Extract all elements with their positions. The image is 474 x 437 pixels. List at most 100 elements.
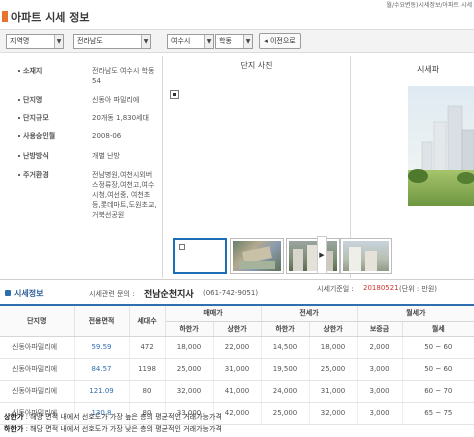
info-value: 전남병원,여천시외버스정류장,여천고,여수시청,여선중, 여천초등,롯데마트,도… xyxy=(92,171,157,219)
cell-complex: 신동아파밀리에 xyxy=(0,358,75,381)
cell-jeonse-low: 19,500 xyxy=(261,358,310,381)
dong-select[interactable]: 학동 ▼ xyxy=(215,34,253,49)
title-accent-bar xyxy=(2,11,8,22)
cell-area-link[interactable]: 84.57 xyxy=(74,358,130,381)
note-upper-price: 상한가 : 해당 면적 내에서 선호도가 가장 높은 층의 평균적인 거래가능가… xyxy=(4,411,222,423)
info-value: 20개동 1,830세대 xyxy=(92,114,149,122)
info-label: 주거환경 xyxy=(18,170,49,180)
province-select[interactable]: 전라남도 ▼ xyxy=(73,34,151,49)
cell-complex: 신동아파밀리에 xyxy=(0,380,75,403)
cell-deposit: 3,000 xyxy=(357,380,403,403)
note-key: 하한가 xyxy=(4,425,24,433)
photo-thumbnail[interactable] xyxy=(340,238,392,274)
cell-jeonse-high: 18,000 xyxy=(309,336,358,359)
header-jeonse-group: 전세가 xyxy=(261,306,358,322)
complex-rendering-image xyxy=(408,86,474,216)
header-complex: 단지명 xyxy=(0,306,75,337)
cell-jeonse-low: 24,000 xyxy=(261,380,310,403)
cell-rent: 65 ~ 75 xyxy=(402,402,474,425)
cell-households: 472 xyxy=(129,336,166,359)
info-value: 2008-06 xyxy=(92,132,122,140)
city-select-value: 여수시 xyxy=(171,37,191,45)
header-sale-low: 하한가 xyxy=(165,321,214,337)
header-households: 세대수 xyxy=(129,306,166,337)
cell-households: 80 xyxy=(129,380,166,403)
cell-area-link[interactable]: 121.09 xyxy=(74,380,130,403)
city-select[interactable]: 여수시 ▼ xyxy=(167,34,214,49)
cell-rent: 60 ~ 70 xyxy=(402,380,474,403)
info-value: 신동아 파밀리에 xyxy=(92,96,140,104)
header-sale-high: 상한가 xyxy=(213,321,262,337)
back-arrow-icon: ◂ xyxy=(264,37,268,45)
table-row: 신동아파밀리에 59.59 472 18,000 22,000 14,500 1… xyxy=(0,336,474,359)
cell-rent: 50 ~ 60 xyxy=(402,358,474,381)
basis-date: 20180521 xyxy=(363,284,399,292)
cell-jeonse-high: 25,000 xyxy=(309,358,358,381)
header-jeonse-high: 상한가 xyxy=(309,321,358,337)
note-key: 상한가 xyxy=(4,413,24,421)
price-notes: 상한가 : 해당 면적 내에서 선호도가 가장 높은 층의 평균적인 거래가능가… xyxy=(4,411,222,435)
cell-deposit: 2,000 xyxy=(357,336,403,359)
chevron-down-icon: ▼ xyxy=(141,35,150,48)
cell-deposit: 3,000 xyxy=(357,402,403,425)
cell-sale-low: 32,000 xyxy=(165,380,214,403)
photo-thumbnail[interactable] xyxy=(230,238,284,274)
complex-rendering-svg xyxy=(408,86,474,216)
cell-jeonse-high: 32,000 xyxy=(309,402,358,425)
province-select-value: 전라남도 xyxy=(77,37,103,45)
photo-thumbnail[interactable] xyxy=(173,238,227,274)
dong-select-value: 학동 xyxy=(219,37,232,45)
region-select-value: 지역명 xyxy=(10,37,30,45)
note-lower-price: 하한가 : 해당 면적 내에서 선호도가 가장 낮은 층의 평균적인 거래가능가… xyxy=(4,423,222,435)
panel-divider xyxy=(162,56,163,278)
section-bullet-icon xyxy=(5,290,11,296)
sise-photo-title: 시세파 xyxy=(417,65,440,74)
info-label: 단지명 xyxy=(18,95,42,105)
cell-sale-high: 22,000 xyxy=(213,336,262,359)
page-title: 아파트 시세 정보 xyxy=(11,11,90,24)
cell-jeonse-low: 14,500 xyxy=(261,336,310,359)
info-value: 개별 난방 xyxy=(92,152,120,160)
prev-button[interactable]: ◂ 이전으로 xyxy=(259,33,301,49)
cell-deposit: 3,000 xyxy=(357,358,403,381)
header-rent: 월세 xyxy=(402,321,474,337)
title-bar: 아파트 시세 정보 xyxy=(0,6,474,31)
info-label: 단지규모 xyxy=(18,113,49,123)
cell-sale-low: 25,000 xyxy=(165,358,214,381)
section-title: 시세정보 xyxy=(14,289,44,298)
photo-thumbnail[interactable] xyxy=(286,238,340,274)
header-monthly-group: 월세가 xyxy=(357,306,474,322)
contact-office: 전남순천지사 xyxy=(144,290,194,300)
cell-rent: 50 ~ 60 xyxy=(402,336,474,359)
chevron-right-icon: ▶ xyxy=(319,251,325,259)
cell-sale-high: 41,000 xyxy=(213,380,262,403)
basis-date-label: 시세기준일 : xyxy=(317,285,354,293)
contact-label: 시세관련 문의 : xyxy=(89,290,135,298)
table-row: 신동아파밀리에 121.09 80 32,000 41,000 24,000 3… xyxy=(0,380,474,403)
photo-section-title: 단지 사진 xyxy=(240,61,273,70)
price-section-header: 시세정보 시세관련 문의 : 전남순천지사 (061-742-9051) 시세기… xyxy=(0,284,474,304)
info-label: 사용승인월 xyxy=(18,131,55,141)
info-label: 난방방식 xyxy=(18,151,49,161)
filter-bar: 지역명 ▼ 전라남도 ▼ 여수시 ▼ 학동 ▼ ◂ 이전으로 xyxy=(0,29,474,53)
price-table: 단지명 전용면적 세대수 매매가 전세가 월세가 하한가 상한가 하한가 상한가… xyxy=(0,306,474,425)
cell-complex: 신동아파밀리에 xyxy=(0,336,75,359)
header-sale-group: 매매가 xyxy=(165,306,262,322)
cell-jeonse-high: 31,000 xyxy=(309,380,358,403)
info-value: 전라남도 여수시 학동 54 xyxy=(92,67,155,85)
header-area: 전용면적 xyxy=(74,306,130,337)
note-text: : 해당 면적 내에서 선호도가 가장 낮은 층의 평균적인 거래가능가격 xyxy=(25,425,222,433)
chevron-down-icon: ▼ xyxy=(204,35,213,48)
cell-area-link[interactable]: 59.59 xyxy=(74,336,130,359)
next-photo-button[interactable]: ▶ xyxy=(317,236,327,274)
cell-sale-high: 31,000 xyxy=(213,358,262,381)
cell-households: 1198 xyxy=(129,358,166,381)
cell-jeonse-low: 25,000 xyxy=(261,402,310,425)
header-deposit: 보증금 xyxy=(357,321,403,337)
header-jeonse-low: 하한가 xyxy=(261,321,310,337)
chevron-down-icon: ▼ xyxy=(243,35,252,48)
unit-label: (단위 : 만원) xyxy=(399,285,438,293)
region-select[interactable]: 지역명 ▼ xyxy=(6,34,64,49)
chevron-down-icon: ▼ xyxy=(54,35,63,48)
note-text: : 해당 면적 내에서 선호도가 가장 높은 층의 평균적인 거래가능가격 xyxy=(25,413,222,421)
